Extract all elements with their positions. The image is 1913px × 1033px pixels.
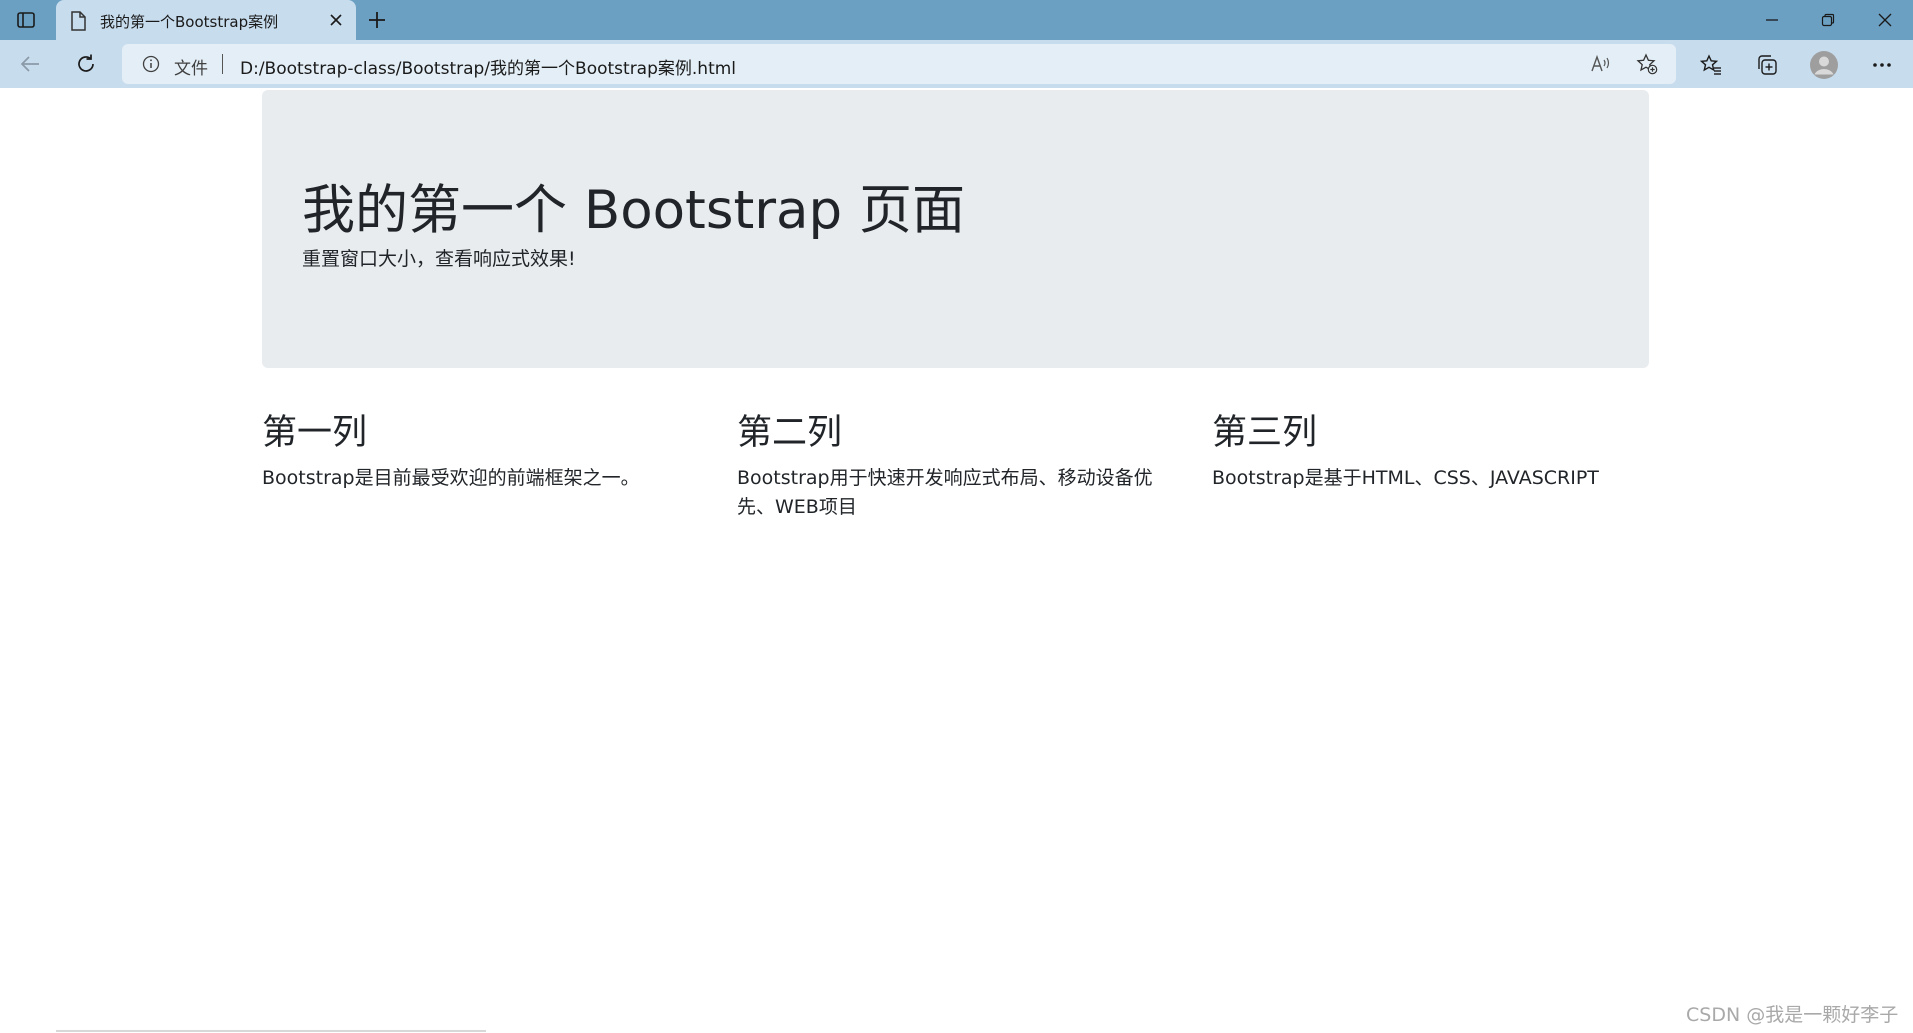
plus-icon [369,12,385,28]
tab-title: 我的第一个Bootstrap案例 [100,13,279,31]
window-close-button[interactable] [1857,0,1913,40]
address-divider [222,54,223,74]
column-title: 第三列 [1212,413,1318,453]
tab-actions-icon[interactable] [10,6,42,34]
column-title: 第二列 [737,413,843,453]
column-2: 第二列 Bootstrap用于快速开发响应式布局、移动设备优先、WEB项目 [737,408,1177,522]
page-content: 我的第一个 Bootstrap 页面 重置窗口大小，查看响应式效果! 第一列 B… [0,88,1913,1033]
favorites-icon [1700,54,1721,75]
browser-tab[interactable]: 我的第一个Bootstrap案例 [56,0,356,40]
column-text: Bootstrap是目前最受欢迎的前端框架之一。 [262,467,640,489]
reload-button[interactable] [68,46,104,82]
url-text[interactable]: D:/Bootstrap-class/Bootstrap/我的第一个Bootst… [240,54,736,79]
new-tab-button[interactable] [362,6,392,34]
jumbotron: 我的第一个 Bootstrap 页面 重置窗口大小，查看响应式效果! [262,90,1649,368]
close-icon[interactable] [326,10,346,30]
address-bar[interactable]: 文件 D:/Bootstrap-class/Bootstrap/我的第一个Boo… [122,44,1676,84]
restore-icon [1821,13,1835,27]
reload-icon [78,54,94,72]
document-icon [70,11,88,31]
read-aloud-icon[interactable] [1590,54,1612,74]
protocol-label: 文件 [174,59,208,79]
column-title: 第一列 [262,413,368,453]
column-text: Bootstrap是基于HTML、CSS、JAVASCRIPT [1212,467,1599,489]
taskbar-edge [56,1030,486,1032]
info-icon[interactable] [142,55,160,73]
column-text: Bootstrap用于快速开发响应式布局、移动设备优先、WEB项目 [737,467,1153,518]
restore-button[interactable] [1800,0,1856,40]
window-close-icon [1878,13,1892,27]
back-button[interactable] [12,46,48,82]
collections-icon [1758,55,1777,75]
star-add-icon[interactable] [1636,53,1658,75]
more-icon [1873,63,1891,67]
minimize-icon [1766,19,1778,21]
column-1: 第一列 Bootstrap是目前最受欢迎的前端框架之一。 [262,408,702,493]
more-button[interactable] [1865,48,1899,82]
page-title: 我的第一个 Bootstrap 页面 [302,180,965,241]
page-subtitle: 重置窗口大小，查看响应式效果! [302,248,576,270]
minimize-button[interactable] [1744,0,1800,40]
profile-icon [1810,51,1838,79]
browser-titlebar: 我的第一个Bootstrap案例 [0,0,1913,40]
profile-button[interactable] [1807,48,1841,82]
arrow-left-icon [20,56,39,72]
favorites-button[interactable] [1694,48,1728,82]
collections-button[interactable] [1750,48,1784,82]
browser-toolbar: 文件 D:/Bootstrap-class/Bootstrap/我的第一个Boo… [0,40,1913,88]
column-3: 第三列 Bootstrap是基于HTML、CSS、JAVASCRIPT [1212,408,1652,493]
watermark: CSDN @我是一颗好李子 [1686,1004,1899,1026]
